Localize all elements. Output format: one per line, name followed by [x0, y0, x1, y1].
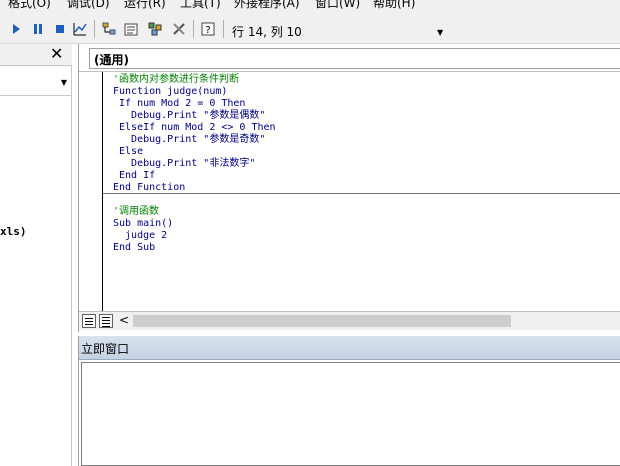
menu-window[interactable]: 窗口(W): [315, 0, 360, 11]
immediate-window-title-bar[interactable]: 立即窗口: [79, 336, 620, 360]
menu-format[interactable]: 格式(O): [8, 0, 51, 11]
toolbar-separator: [223, 20, 224, 38]
full-module-view-icon[interactable]: [99, 314, 113, 328]
standard-toolbar: ? 行 14, 列 10 ▼: [0, 12, 620, 44]
code-line[interactable]: End Sub: [113, 242, 155, 254]
object-browser-icon[interactable]: [146, 20, 164, 38]
procedure-separator: [103, 193, 620, 194]
menu-addins[interactable]: 外接程序(A): [234, 0, 300, 11]
menu-debug[interactable]: 调试(D): [67, 0, 110, 11]
code-line[interactable]: judge 2: [113, 230, 167, 242]
project-explorer-icon[interactable]: [100, 20, 118, 38]
code-line[interactable]: ElseIf num Mod 2 <> 0 Then: [113, 122, 276, 134]
code-window-footer: <: [79, 311, 620, 330]
code-window: (通用) '函数内对参数进行条件判断 Function judge(num) I…: [78, 44, 620, 332]
code-line[interactable]: Sub main(): [113, 218, 173, 230]
code-line[interactable]: Else: [113, 146, 143, 158]
code-line[interactable]: Debug.Print "参数是偶数": [113, 110, 265, 122]
immediate-window: 立即窗口: [78, 336, 620, 466]
code-line[interactable]: Debug.Print "参数是奇数": [113, 134, 265, 146]
code-line[interactable]: '函数内对参数进行条件判断: [113, 74, 239, 86]
margin-indicator-bar[interactable]: [79, 72, 103, 312]
code-line[interactable]: Function judge(num): [113, 86, 227, 98]
design-mode-icon[interactable]: [71, 20, 89, 38]
menu-tools[interactable]: 工具(T): [180, 0, 221, 11]
workbook-node-label[interactable]: xls): [0, 225, 27, 238]
menu-bar: 格式(O) 调试(D) 运行(R) 工具(T) 外接程序(A) 窗口(W) 帮助…: [0, 0, 620, 12]
toolbar-options-chevron-icon[interactable]: ▼: [437, 28, 443, 37]
stop-icon[interactable]: [51, 20, 69, 38]
toolbar-separator: [193, 20, 194, 38]
horizontal-scrollbar-thumb[interactable]: [133, 315, 511, 327]
object-dropdown[interactable]: (通用): [89, 48, 620, 69]
immediate-window-input[interactable]: [81, 362, 620, 466]
pause-icon[interactable]: [29, 20, 47, 38]
code-line[interactable]: If num Mod 2 = 0 Then: [113, 98, 245, 110]
immediate-window-title: 立即窗口: [81, 342, 130, 356]
chevron-down-icon[interactable]: ▼: [61, 78, 67, 87]
pane-title-bar: ✕: [0, 44, 72, 66]
cursor-position-readout: 行 14, 列 10: [232, 25, 302, 39]
scroll-left-icon[interactable]: <: [119, 313, 129, 327]
svg-text:?: ?: [205, 25, 210, 36]
code-line[interactable]: Debug.Print "非法数字": [113, 158, 255, 170]
toolbar-separator: [94, 20, 95, 38]
properties-icon[interactable]: [122, 20, 140, 38]
run-icon[interactable]: [7, 20, 25, 38]
code-line[interactable]: End If: [113, 170, 155, 182]
toolbox-icon[interactable]: [170, 20, 188, 38]
properties-object-dropdown[interactable]: ▼: [0, 74, 71, 96]
project-explorer-pane: ✕ ▼ xls): [0, 44, 72, 466]
help-icon[interactable]: ?: [199, 20, 217, 38]
menu-run[interactable]: 运行(R): [124, 0, 166, 11]
object-dropdown-value: (通用): [94, 53, 129, 67]
menu-help[interactable]: 帮助(H): [373, 0, 415, 11]
close-icon[interactable]: ✕: [50, 45, 63, 63]
code-line[interactable]: '调用函数: [113, 206, 159, 218]
code-editor[interactable]: '函数内对参数进行条件判断 Function judge(num) If num…: [79, 71, 620, 312]
procedure-view-icon[interactable]: [82, 314, 96, 328]
